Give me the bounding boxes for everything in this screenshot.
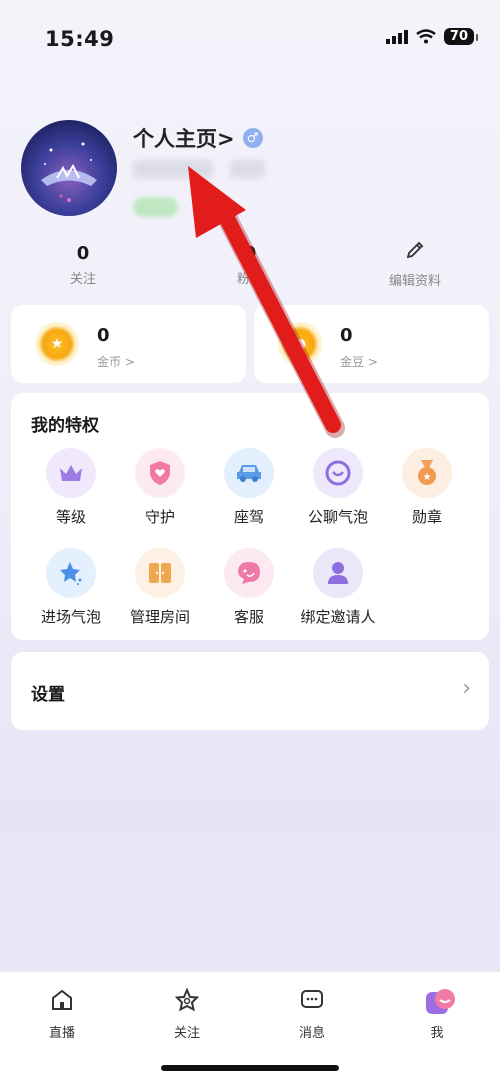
chevron-right-icon: ›: [462, 676, 471, 701]
gold-coin-card[interactable]: ★ 0 金币 >: [11, 305, 246, 383]
stat-value: 0: [243, 243, 257, 264]
nav-follow[interactable]: 关注: [147, 987, 227, 1041]
customer-service-icon: [224, 548, 274, 598]
nav-label: 我: [430, 1026, 444, 1041]
privilege-level[interactable]: 等级: [26, 448, 116, 527]
bubble-icon: [313, 448, 363, 498]
male-icon: ♂: [242, 128, 263, 148]
avatar-image: [41, 142, 97, 202]
pencil-icon: [406, 241, 424, 259]
privilege-label: 勋章: [411, 508, 442, 526]
privilege-label: 绑定邀请人: [300, 608, 376, 626]
star-outline-icon: [174, 987, 200, 1014]
gold-coin-icon: ★: [35, 322, 79, 366]
edit-profile-button[interactable]: 编辑资料: [380, 240, 450, 289]
door-icon: [135, 548, 185, 598]
wifi-icon: [416, 29, 436, 44]
privilege-vehicle[interactable]: 座驾: [204, 448, 294, 527]
heart-shield-icon: [135, 448, 185, 498]
settings-row[interactable]: 设置 ›: [11, 652, 489, 730]
privileges-title: 我的特权: [31, 416, 99, 436]
privilege-manage-room[interactable]: 管理房间: [115, 548, 205, 627]
medal-icon: ★: [402, 448, 452, 498]
coin-value: 0: [97, 325, 110, 346]
privilege-label: 等级: [55, 508, 86, 526]
profile-link[interactable]: 个人主页> ♂: [133, 123, 263, 153]
person-icon: [313, 548, 363, 598]
blurred-user-info: [230, 160, 265, 178]
nav-messages[interactable]: 消息: [272, 988, 352, 1041]
signal-icon: [385, 29, 408, 44]
avatar[interactable]: [21, 120, 117, 216]
nav-label: 关注: [173, 1026, 200, 1041]
profile-title: 个人主页>: [133, 127, 235, 151]
privilege-customer-service[interactable]: 客服: [204, 548, 294, 627]
car-icon: [224, 448, 274, 498]
privilege-label: 客服: [233, 608, 264, 626]
stat-value: 0: [76, 243, 90, 264]
home-indicator: [161, 1065, 339, 1071]
privilege-label: 座驾: [233, 508, 264, 526]
settings-label: 设置: [31, 685, 65, 705]
privilege-label: 管理房间: [129, 608, 190, 626]
message-icon: [299, 988, 325, 1014]
stat-label: 粉丝: [236, 272, 263, 287]
privilege-label: 公聊气泡: [307, 508, 368, 526]
stat-following[interactable]: 0 关注: [28, 243, 138, 287]
nav-me[interactable]: 我: [397, 988, 477, 1041]
blurred-badge: [133, 197, 178, 217]
nav-label: 消息: [298, 1026, 325, 1041]
status-icons: 70: [385, 28, 479, 45]
bean-label: 金豆 >: [340, 355, 378, 369]
privilege-label: 守护: [144, 508, 175, 526]
svg-text:★: ★: [423, 472, 432, 483]
privilege-label: 进场气泡: [40, 608, 101, 626]
nav-label: 直播: [48, 1026, 75, 1041]
stat-label: 关注: [69, 272, 96, 287]
privilege-chat-bubble[interactable]: 公聊气泡: [293, 448, 383, 527]
me-avatar-icon: [424, 988, 455, 1014]
coin-label: 金币 >: [97, 355, 135, 369]
stat-fans[interactable]: 0 粉丝: [195, 243, 305, 287]
gold-bean-icon: ●: [278, 322, 322, 366]
gold-bean-card[interactable]: ● 0 金豆 >: [254, 305, 489, 383]
bottom-nav: 直播 关注 消息 我: [0, 971, 500, 1084]
privilege-medal[interactable]: ★ 勋章: [382, 448, 472, 527]
crown-icon: [46, 448, 96, 498]
privilege-bind-inviter[interactable]: 绑定邀请人: [293, 548, 383, 627]
privilege-entry-bubble[interactable]: 进场气泡: [26, 548, 116, 627]
privilege-guard[interactable]: 守护: [115, 448, 205, 527]
star-icon: [46, 548, 96, 598]
home-icon: [49, 988, 75, 1014]
nav-live[interactable]: 直播: [22, 988, 102, 1041]
blurred-user-id: [133, 160, 213, 178]
privileges-section: 我的特权 等级 守护 座驾 公聊气泡 ★ 勋章 进场气泡 管理房间 客服 绑定邀…: [11, 393, 489, 640]
bean-value: 0: [340, 325, 353, 346]
edit-profile-label: 编辑资料: [388, 274, 441, 289]
status-time: 15:49: [45, 27, 115, 51]
battery-indicator: 70: [443, 28, 479, 45]
